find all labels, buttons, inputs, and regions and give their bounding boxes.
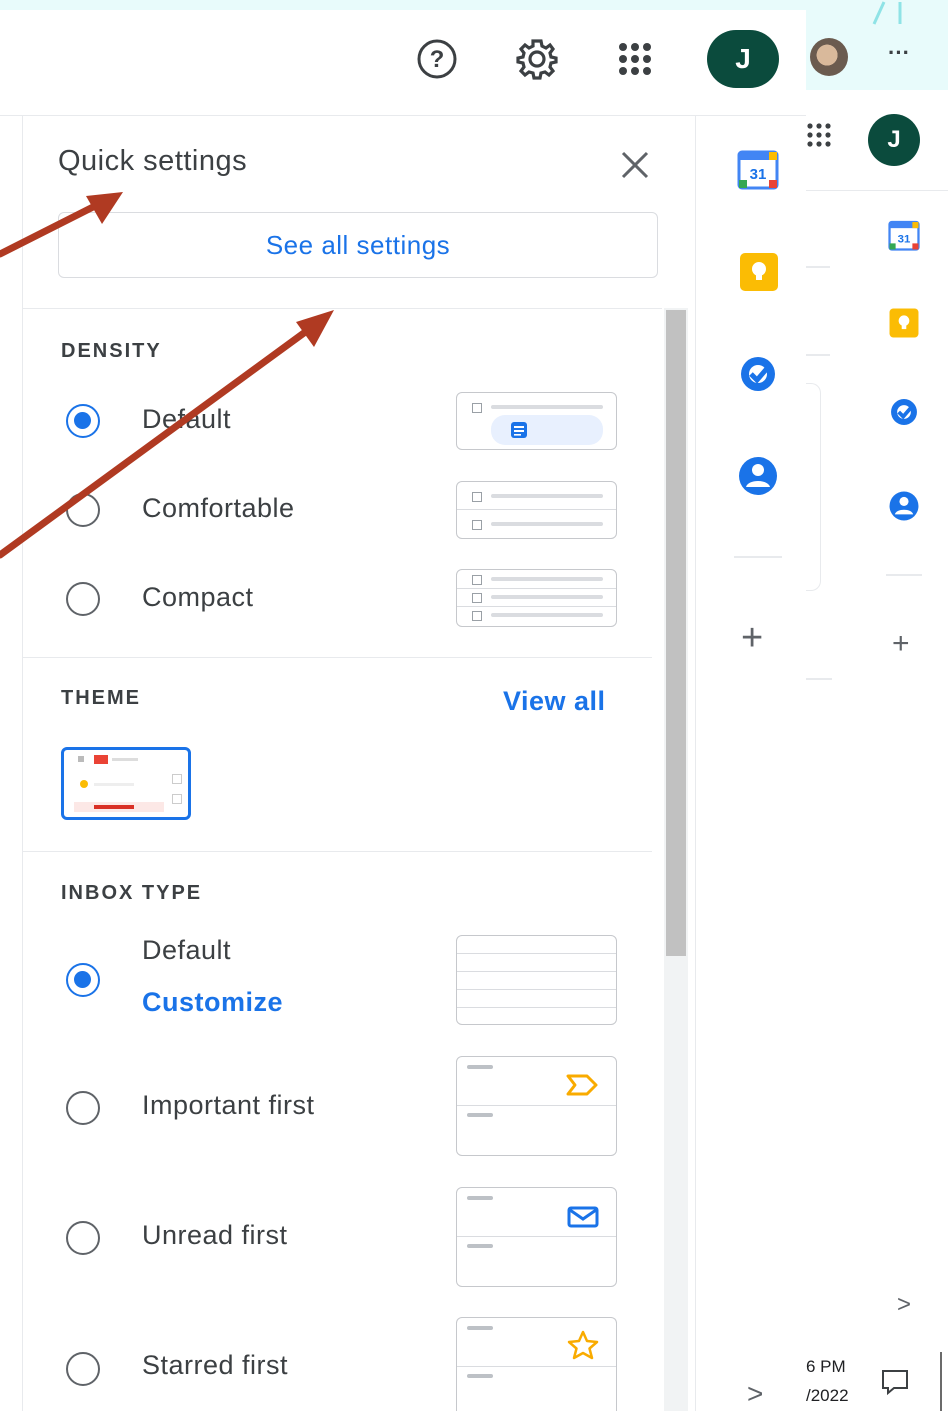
theme-view-all-link[interactable]: View all xyxy=(503,686,606,717)
apps-grid-icon xyxy=(619,43,651,75)
inbox-unread-preview xyxy=(456,1187,617,1287)
background-contacts-icon[interactable] xyxy=(888,490,920,527)
inbox-customize-link[interactable]: Customize xyxy=(142,987,283,1018)
contacts-icon xyxy=(739,457,777,495)
gmail-header xyxy=(0,10,806,116)
inbox-default-label[interactable]: Default xyxy=(142,935,231,966)
background-decoration xyxy=(872,1,902,25)
keep-app-button[interactable] xyxy=(738,251,780,298)
background-calendar-icon[interactable]: 31 xyxy=(888,219,920,256)
tasks-icon xyxy=(741,357,775,391)
divider xyxy=(22,657,652,658)
keep-icon xyxy=(740,253,778,291)
background-avatar[interactable]: J xyxy=(868,114,920,166)
scrollbar-thumb[interactable] xyxy=(666,310,686,956)
account-avatar[interactable]: J xyxy=(707,30,779,88)
background-expand-button[interactable]: > xyxy=(897,1291,911,1319)
density-heading: DENSITY xyxy=(61,340,162,362)
inbox-default-radio[interactable] xyxy=(66,963,100,997)
background-apps-icon[interactable] xyxy=(806,122,832,153)
svg-text:31: 31 xyxy=(750,166,767,183)
taskbar-date[interactable]: /2022 xyxy=(806,1386,849,1406)
inbox-type-heading: INBOX TYPE xyxy=(61,882,203,904)
background-divider xyxy=(806,266,830,268)
close-icon xyxy=(621,151,649,179)
svg-text:31: 31 xyxy=(898,234,911,246)
density-comfortable-label[interactable]: Comfortable xyxy=(142,493,295,524)
inbox-important-first-label[interactable]: Important first xyxy=(142,1090,315,1121)
theme-heading: THEME xyxy=(61,687,141,709)
theme-thumbnail[interactable] xyxy=(61,747,191,820)
calendar-icon: 31 xyxy=(737,150,779,190)
inbox-unread-first-radio[interactable] xyxy=(66,1221,100,1255)
divider xyxy=(22,851,652,852)
inbox-important-preview xyxy=(456,1056,617,1156)
density-default-label[interactable]: Default xyxy=(142,404,231,435)
background-divider xyxy=(806,354,830,356)
density-compact-radio[interactable] xyxy=(66,582,100,616)
taskbar-time[interactable]: 6 PM xyxy=(806,1357,846,1377)
background-divider xyxy=(806,678,832,680)
background-add-button[interactable]: + xyxy=(892,627,910,661)
mail-icon xyxy=(567,1206,599,1228)
density-comfortable-preview xyxy=(456,481,617,539)
background-tasks-icon[interactable] xyxy=(888,396,920,433)
background-rail-divider xyxy=(886,574,922,576)
profile-photo[interactable] xyxy=(810,38,848,76)
tasks-app-button[interactable] xyxy=(737,353,779,400)
taskbar-separator xyxy=(940,1352,942,1411)
close-button[interactable] xyxy=(615,145,655,185)
expand-side-panel-button[interactable]: > xyxy=(747,1378,763,1410)
svg-text:?: ? xyxy=(430,46,445,73)
density-default-radio[interactable] xyxy=(66,404,100,438)
gear-icon xyxy=(516,39,558,80)
help-button[interactable]: ? xyxy=(412,36,462,82)
inbox-starred-first-radio[interactable] xyxy=(66,1352,100,1386)
density-compact-label[interactable]: Compact xyxy=(142,582,254,613)
density-default-preview xyxy=(456,392,617,450)
inbox-unread-first-label[interactable]: Unread first xyxy=(142,1220,288,1251)
settings-button[interactable] xyxy=(512,34,562,84)
quick-settings-title: Quick settings xyxy=(58,145,248,177)
apps-button[interactable] xyxy=(612,36,658,82)
density-compact-preview xyxy=(456,569,617,627)
inbox-starred-preview xyxy=(456,1317,617,1411)
side-panel-divider xyxy=(734,556,782,558)
divider xyxy=(22,308,662,309)
density-comfortable-radio[interactable] xyxy=(66,493,100,527)
background-keep-icon[interactable] xyxy=(888,307,920,344)
star-icon xyxy=(567,1330,599,1360)
notifications-button[interactable] xyxy=(880,1368,910,1401)
help-circle-icon: ? xyxy=(417,39,457,79)
inbox-important-first-radio[interactable] xyxy=(66,1091,100,1125)
notification-icon xyxy=(882,1370,908,1396)
inbox-starred-first-label[interactable]: Starred first xyxy=(142,1350,288,1381)
important-marker-icon xyxy=(566,1074,598,1096)
more-menu-button[interactable]: ··· xyxy=(888,40,910,66)
inbox-default-preview xyxy=(456,935,617,1025)
calendar-app-button[interactable]: 31 xyxy=(737,148,779,195)
contacts-app-button[interactable] xyxy=(737,455,779,502)
add-addon-button[interactable]: + xyxy=(741,617,763,660)
see-all-settings-button[interactable]: See all settings xyxy=(58,212,658,278)
background-card xyxy=(806,383,821,591)
